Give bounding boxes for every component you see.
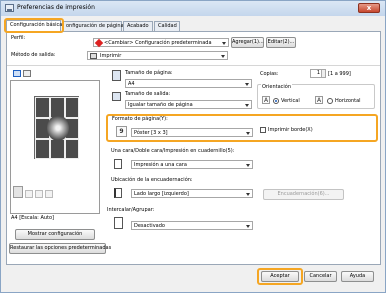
landscape-radio[interactable] [327,98,333,104]
add-profile-button[interactable]: Agregar(1)... [231,37,264,48]
chevron-down-icon [221,55,225,58]
divider [7,65,380,66]
output-size-icon [112,92,121,101]
poster-tile [65,97,79,118]
duplex-value: Impresión a una cara [134,162,187,168]
duplex-label: Una cara/Doble cara/Impresión en cuadern… [111,148,235,154]
page-layout-select[interactable]: Póster [3 x 3] [131,128,253,137]
staple-icon [25,190,33,198]
tab-finishing[interactable]: Acabado [123,21,153,31]
poster-layout-icon: 9 [116,126,127,137]
output-size-select[interactable]: Igualar tamaño de página [125,100,252,109]
restore-defaults-button[interactable]: Restaurar las opciones predeterminadas [9,243,111,254]
page-layout-label: Formato de página(Y): [112,116,168,122]
output-size-value: Igualar tamaño de página [128,102,193,108]
portrait-icon: A [262,96,270,104]
title-bar[interactable]: Preferencias de impresión x [1,1,385,16]
copies-spinner[interactable]: 1 [310,69,326,78]
output-method-value: Imprimir [100,53,122,59]
page-layout-value: Póster [3 x 3] [134,130,168,136]
dialog-window: Preferencias de impresión x Configuració… [0,0,386,293]
collate-select[interactable]: Desactivado [131,221,253,230]
duplex-icon [35,190,43,198]
profile-select[interactable]: <Cambiar> Configuración predeterminada [93,38,229,48]
page-size-select[interactable]: A4 [125,79,252,88]
settings-panel: Perfil: <Cambiar> Configuración predeter… [6,31,381,265]
output-method-select[interactable]: Imprimir [87,51,228,60]
output-size-label: Tamaño de salida: [125,91,171,97]
poster-page-thumbnail [34,96,79,159]
copies-range: [1 a 999] [328,71,351,77]
binding-select[interactable]: Lado largo [izquierdo] [131,189,253,198]
close-button[interactable]: x [358,3,380,13]
page-size-value: A4 [128,81,135,87]
tab-label: Acabado [127,23,149,29]
page-preview-view-icon[interactable] [13,70,21,77]
profile-value: <Cambiar> Configuración predeterminada [104,40,212,46]
copies-label: Copias: [260,71,279,77]
chevron-down-icon [246,225,250,228]
tab-quality[interactable]: Calidad [154,21,180,31]
punch-icon [45,190,53,198]
landscape-icon: A [315,96,323,104]
profile-label: Perfil: [11,35,26,41]
binding-value: Lado largo [izquierdo] [134,191,189,197]
collate-icon [114,217,123,229]
page-size-icon [112,70,121,81]
binding-label: Ubicación de la encuadernación: [111,177,193,183]
page-preview [10,80,100,214]
cancel-button[interactable]: Cancelar [304,271,337,282]
collate-value: Desactivado [134,223,165,229]
collate-label: Intercalar/Agrupar: [107,207,155,213]
printer-view-icon[interactable] [23,70,31,77]
portrait-radio[interactable] [273,98,279,104]
chevron-down-icon [246,193,250,196]
poster-tile [65,139,79,159]
spinner-arrows-icon[interactable] [321,70,325,77]
help-button[interactable]: Ayuda [341,271,374,282]
one-sided-icon [114,159,122,169]
preview-caption: A4 [Escala: Auto] [11,215,55,221]
ok-button[interactable]: Aceptar [261,271,299,282]
print-borders-label: Imprimir borde(X) [268,127,313,133]
printer-icon [90,53,97,59]
chevron-down-icon [245,104,249,107]
output-method-label: Método de salida: [11,52,56,58]
tab-basic-settings[interactable]: Configuración básica [6,20,63,32]
tab-label: Calidad [158,23,177,29]
tab-label: onfiguración de página [66,23,124,29]
window-title: Preferencias de impresión [17,4,95,11]
poster-tile [50,139,65,159]
tab-label: Configuración básica [10,22,63,28]
binding-button[interactable]: Encuadernación(6)... [263,189,344,200]
show-settings-button[interactable]: Mostrar configuración [15,229,95,240]
edit-profile-button[interactable]: Editar(2)... [266,37,296,48]
portrait-label: Vertical [281,98,300,104]
chevron-down-icon [246,164,250,167]
tab-page-setup[interactable]: onfiguración de página [62,21,124,31]
chevron-down-icon [245,83,249,86]
orientation-group: Orientación A Vertical A Horizontal [257,84,375,109]
duplex-select[interactable]: Impresión a una cara [131,160,253,169]
poster-tile [35,97,50,118]
landscape-label: Horizontal [335,98,361,104]
flower-image [47,115,69,141]
copies-value: 1 [316,70,320,76]
close-icon: x [366,4,372,12]
chevron-down-icon [222,42,226,45]
print-borders-checkbox[interactable] [260,127,266,133]
page-size-label: Tamaño de página: [125,70,173,76]
pencil-icon [94,38,104,48]
orientation-label: Orientación [261,84,293,90]
chevron-down-icon [246,132,250,135]
binding-edge-icon [114,188,122,198]
printer-app-icon [5,4,14,12]
document-stack-icon [13,186,23,198]
poster-tile [35,139,50,159]
